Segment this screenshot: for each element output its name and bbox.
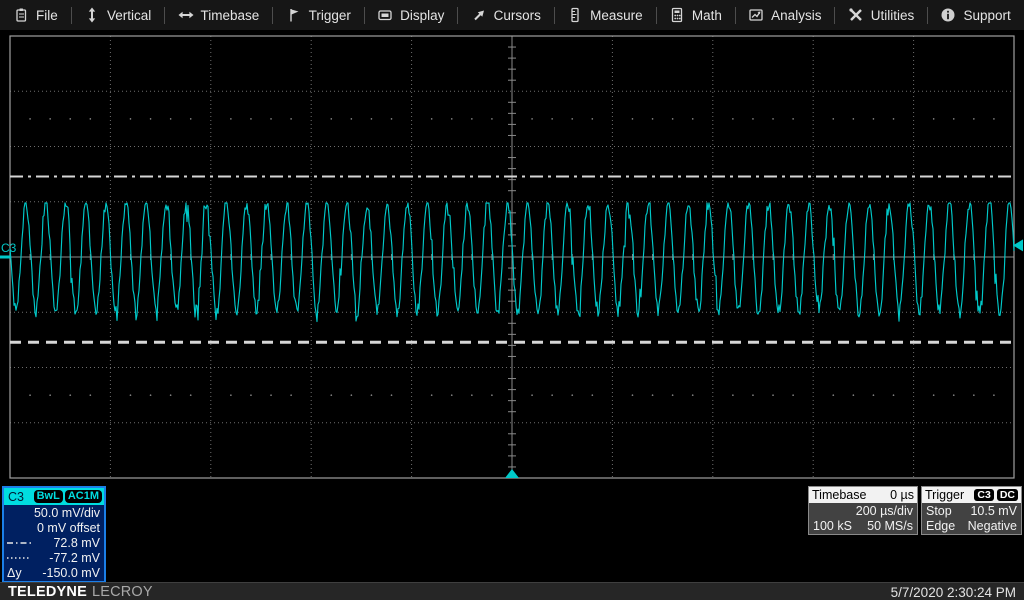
clock: 5/7/2020 2:30:24 PM <box>891 585 1016 600</box>
menu-item-trigger[interactable]: Trigger <box>273 0 364 30</box>
cursor1-value: 72.8 mV <box>33 536 100 550</box>
delta-y-label: Δy <box>7 566 33 580</box>
chart-icon <box>748 7 764 23</box>
clipboard-icon <box>13 7 29 23</box>
calculator-icon <box>669 7 685 23</box>
menu-item-timebase[interactable]: Timebase <box>165 0 273 30</box>
trigger-level: 10.5 mV <box>970 504 1017 518</box>
trigger-type-row: Edge Negative <box>922 518 1021 533</box>
oscilloscope-screen: FileVerticalTimebaseTriggerDisplayCursor… <box>0 0 1024 600</box>
trigger-coupling-badge: DC <box>997 489 1018 501</box>
menu-item-support[interactable]: Support <box>927 0 1023 30</box>
menu-item-display[interactable]: Display <box>364 0 457 30</box>
timebase-scale: 200 µs/div <box>856 504 913 518</box>
trigger-mode: Stop <box>926 504 952 518</box>
menu-item-cursors[interactable]: Cursors <box>458 0 554 30</box>
menu-bar: FileVerticalTimebaseTriggerDisplayCursor… <box>0 0 1024 30</box>
timebase-header[interactable]: Timebase 0 µs <box>809 487 917 503</box>
menu-item-file[interactable]: File <box>0 0 71 30</box>
channel-offset-row: 0 mV offset <box>4 520 104 535</box>
tools-icon <box>848 7 864 23</box>
trigger-type: Edge <box>926 519 955 533</box>
timebase-title: Timebase <box>812 488 866 502</box>
channel-scale-row: 50.0 mV/div <box>4 505 104 520</box>
trigger-source-badge: C3 <box>974 489 993 501</box>
timebase-descriptor[interactable]: Timebase 0 µs 200 µs/div 100 kS 50 MS/s <box>808 486 918 535</box>
menu-item-utilities[interactable]: Utilities <box>835 0 928 30</box>
timebase-sampling-row: 100 kS 50 MS/s <box>809 518 917 533</box>
menu-item-math[interactable]: Math <box>656 0 735 30</box>
menu-item-measure[interactable]: Measure <box>554 0 656 30</box>
horizontal-arrows-icon <box>178 7 194 23</box>
cursor2-value: -77.2 mV <box>33 551 100 565</box>
bandwidth-limit-badge: BwL <box>34 490 63 503</box>
monitor-icon <box>377 7 393 23</box>
dotted-line-icon <box>7 555 33 561</box>
info-icon <box>940 7 956 23</box>
ruler-icon <box>567 7 583 23</box>
channel-c3-header[interactable]: C3 BwL AC1M <box>4 488 104 505</box>
cursor-delta-value: -150.0 mV <box>33 566 100 580</box>
dashdot-line-icon <box>7 540 33 546</box>
cursor1-row: 72.8 mV <box>4 535 104 550</box>
status-bar: TELEDYNELECROY 5/7/2020 2:30:24 PM <box>0 582 1024 600</box>
cursor2-row: -77.2 mV <box>4 550 104 565</box>
timebase-rate: 50 MS/s <box>867 519 913 533</box>
vertical-arrows-icon <box>84 7 100 23</box>
menu-item-vertical[interactable]: Vertical <box>71 0 164 30</box>
trigger-descriptor[interactable]: Trigger C3 DC Stop 10.5 mV Edge Negative <box>921 486 1022 535</box>
trigger-mode-row: Stop 10.5 mV <box>922 503 1021 518</box>
coupling-badge: AC1M <box>65 490 102 503</box>
arrow-ne-icon <box>471 7 487 23</box>
cursor-delta-row: Δy -150.0 mV <box>4 565 104 580</box>
timebase-delay: 0 µs <box>890 488 914 502</box>
channel-c3-descriptor[interactable]: C3 BwL AC1M 50.0 mV/div 0 mV offset 72.8… <box>2 486 106 583</box>
trigger-title: Trigger <box>925 488 964 502</box>
flag-icon <box>286 7 302 23</box>
timebase-samples: 100 kS <box>813 519 852 533</box>
channel-c3-marker-label: C3 <box>1 241 17 255</box>
channel-offset: 0 mV offset <box>7 521 100 535</box>
trigger-slope: Negative <box>968 519 1017 533</box>
channel-name: C3 <box>6 490 24 504</box>
menu-item-analysis[interactable]: Analysis <box>735 0 834 30</box>
trigger-header[interactable]: Trigger C3 DC <box>922 487 1021 503</box>
teledyne-lecroy-logo: TELEDYNELECROY <box>8 584 153 600</box>
channel-scale: 50.0 mV/div <box>7 506 100 520</box>
timebase-scale-row: 200 µs/div <box>809 503 917 518</box>
